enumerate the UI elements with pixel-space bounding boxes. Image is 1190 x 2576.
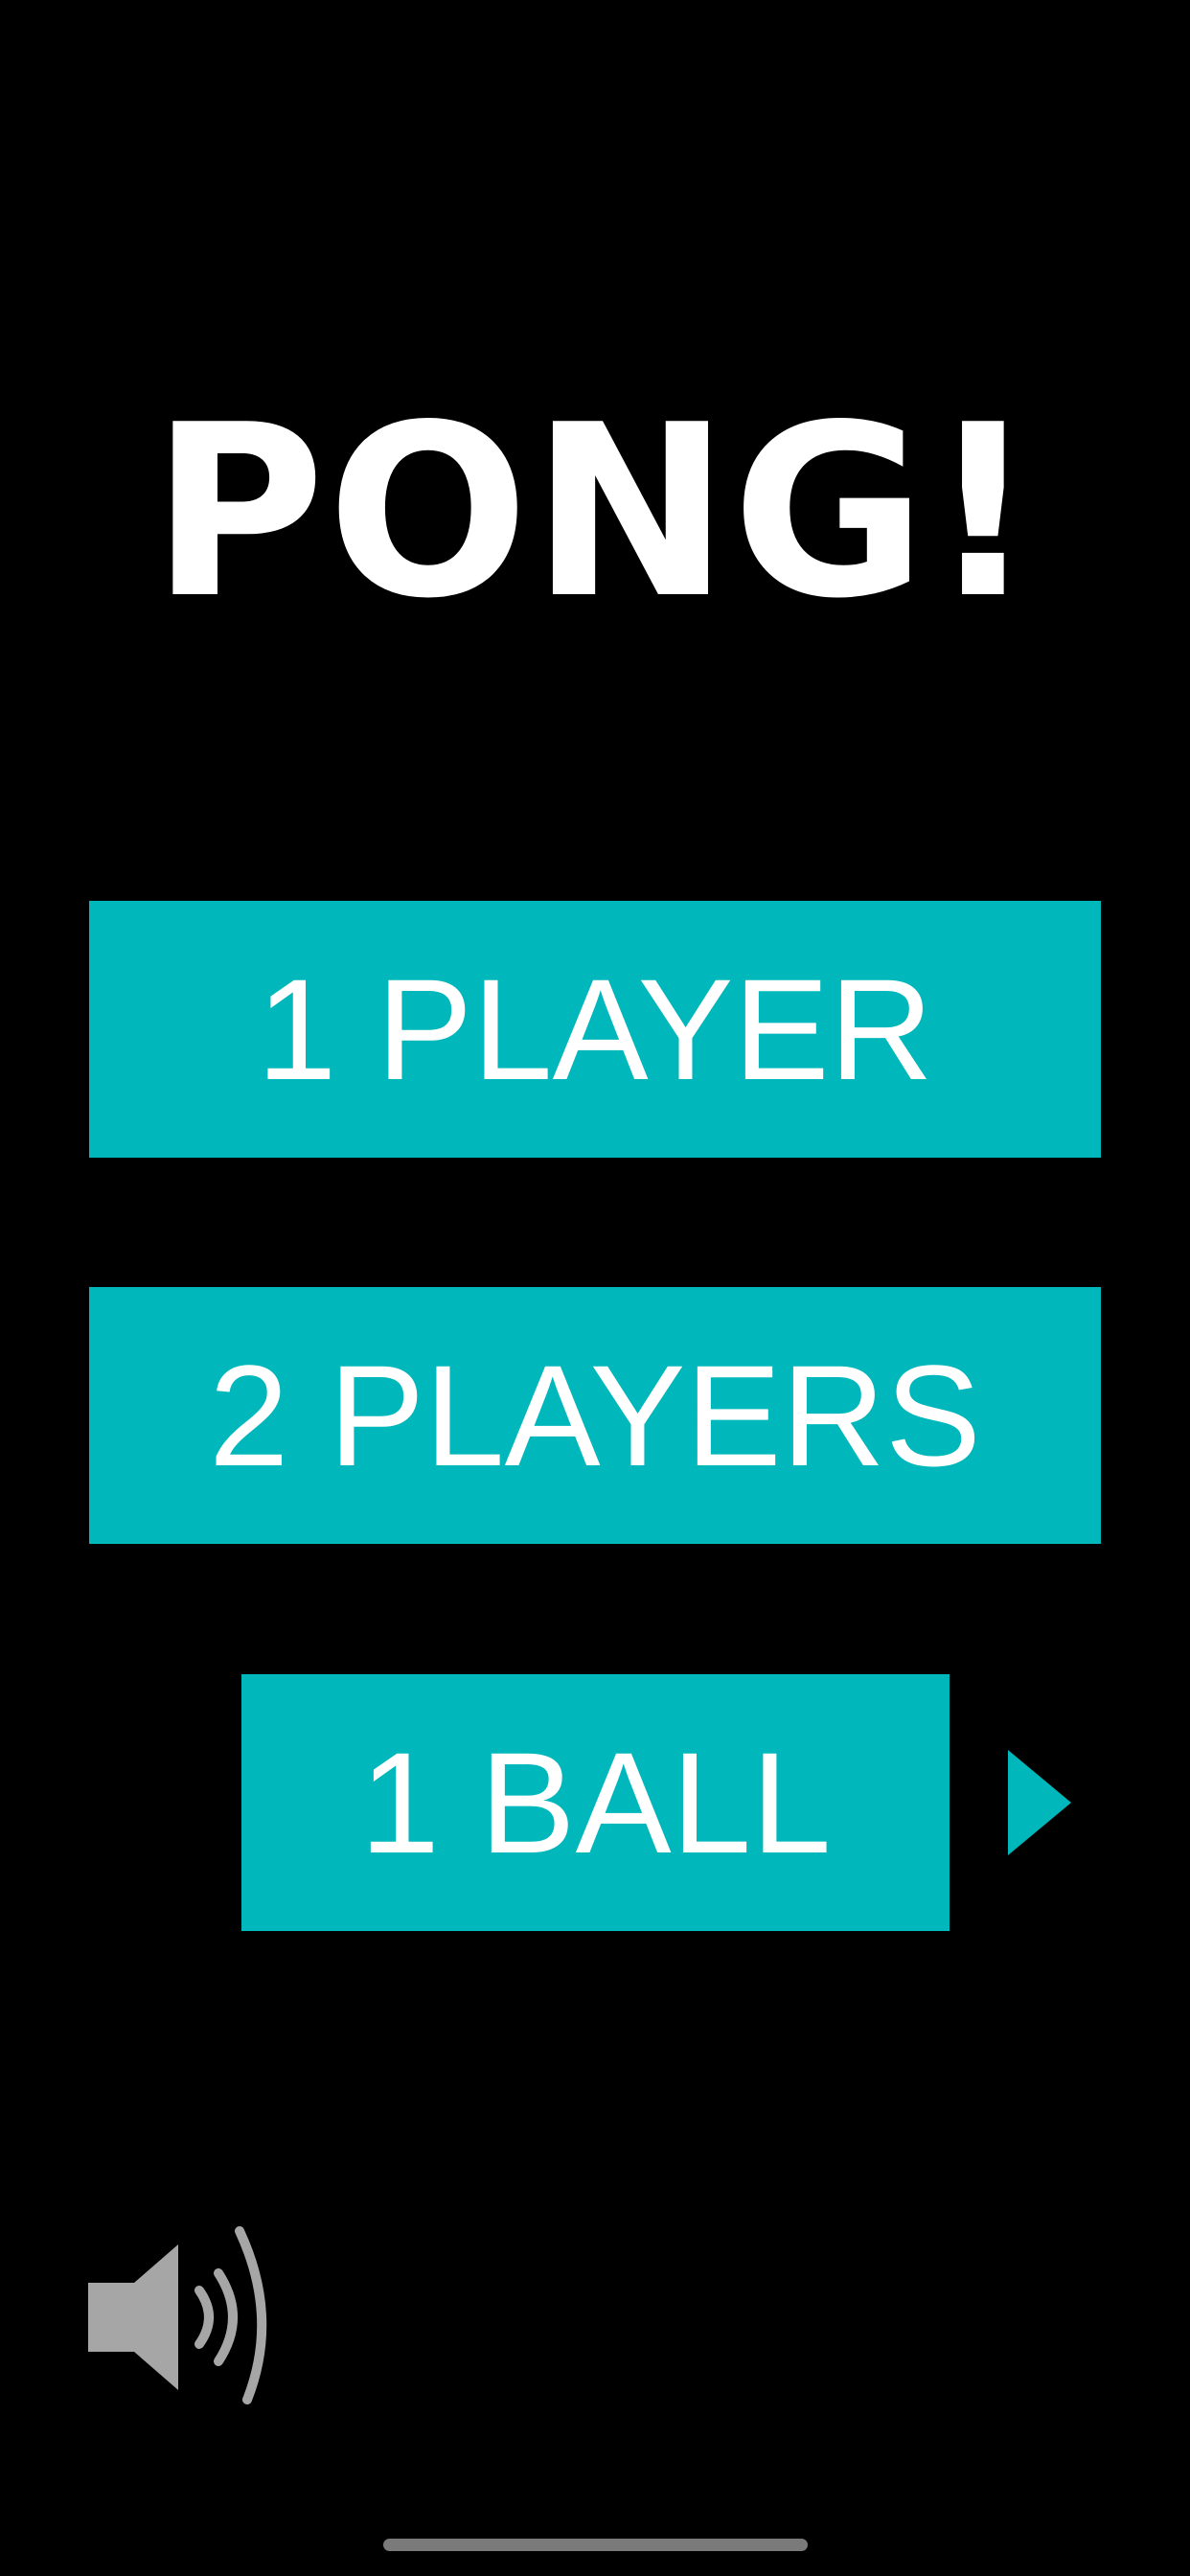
two-players-button[interactable]: 2 PLAYERS: [89, 1287, 1101, 1544]
speaker-volume-icon[interactable]: [86, 2225, 278, 2407]
one-player-button[interactable]: 1 PLAYER: [89, 901, 1101, 1158]
game-title: PONG!: [150, 375, 1040, 651]
one-player-label: 1 PLAYER: [257, 949, 933, 1110]
ball-count-button[interactable]: 1 BALL: [241, 1674, 950, 1931]
home-indicator[interactable]: [383, 2539, 808, 2551]
ball-count-label: 1 BALL: [359, 1722, 832, 1883]
next-arrow-icon[interactable]: [1008, 1750, 1071, 1855]
two-players-label: 2 PLAYERS: [209, 1335, 981, 1496]
